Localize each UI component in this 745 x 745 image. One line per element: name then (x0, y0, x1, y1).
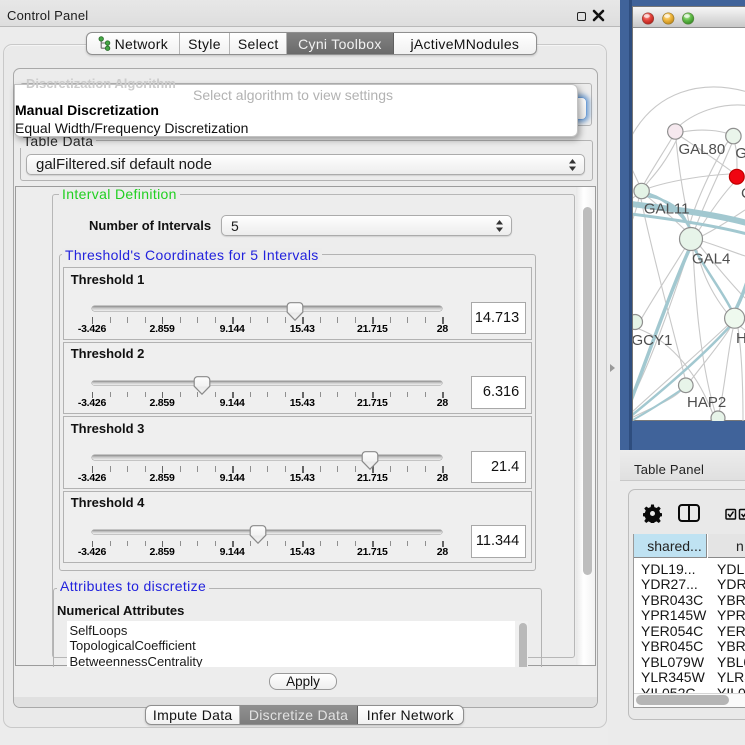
svg-text:HAP2: HAP2 (687, 394, 726, 411)
svg-text:GCY1: GCY1 (633, 332, 672, 349)
svg-text:GAL11: GAL11 (644, 201, 690, 218)
svg-text:GAL80: GAL80 (679, 141, 726, 158)
svg-text:C: C (741, 185, 745, 202)
svg-text:GA: GA (735, 145, 745, 162)
svg-text:H: H (736, 330, 745, 347)
svg-text:GAL4: GAL4 (692, 250, 730, 267)
